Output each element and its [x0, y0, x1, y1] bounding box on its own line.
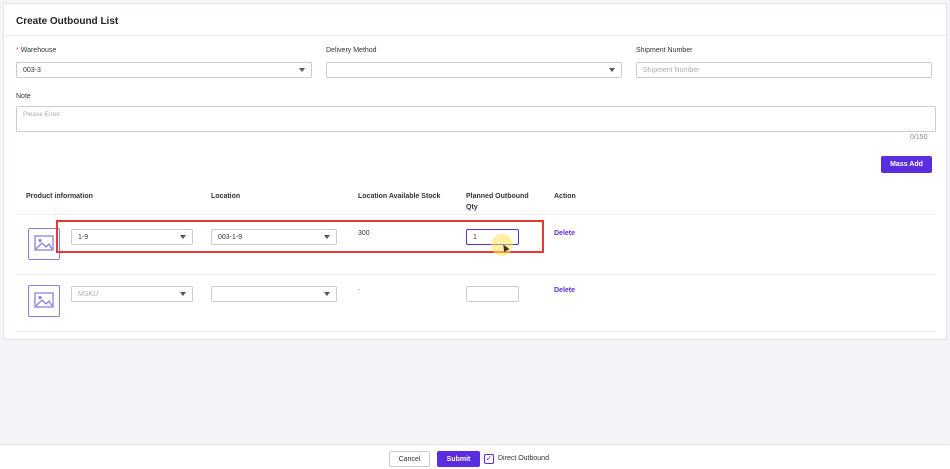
image-icon	[34, 292, 54, 308]
location-available-stock: -	[358, 287, 361, 294]
direct-outbound-label: Direct Outbound	[498, 455, 549, 462]
footer-bar: Cancel Submit ✓ Direct Outbound	[0, 444, 950, 469]
delivery-method-select[interactable]	[326, 62, 622, 78]
chevron-down-icon	[180, 292, 186, 296]
header-qty-line2: Qty	[466, 204, 478, 211]
delete-link[interactable]: Delete	[554, 230, 575, 237]
required-mark: *	[16, 47, 19, 54]
outbound-form-card: Create Outbound List * Warehouse 003-3 De…	[3, 3, 947, 340]
header-qty-line1: Planned Outbound	[466, 193, 529, 200]
msku-select[interactable]: MSKU	[71, 286, 193, 302]
header-action: Action	[554, 193, 576, 200]
warehouse-label: * Warehouse	[16, 47, 56, 54]
note-counter: 0/150	[910, 134, 928, 141]
check-icon: ✓	[485, 454, 493, 463]
table-row-divider	[16, 331, 936, 332]
warehouse-select[interactable]: 003-3	[16, 62, 312, 78]
page-title: Create Outbound List	[4, 4, 946, 36]
note-textarea[interactable]: Please Enter	[16, 106, 936, 132]
header-planned-outbound-qty: Planned Outbound Qty	[466, 191, 529, 213]
product-image-placeholder	[28, 285, 60, 317]
header-location: Location	[211, 193, 241, 200]
warehouse-label-text: Warehouse	[20, 47, 57, 54]
cancel-button[interactable]: Cancel	[389, 451, 430, 467]
header-product-information: Product information	[26, 193, 93, 200]
delete-link[interactable]: Delete	[554, 287, 575, 294]
chevron-down-icon	[299, 68, 305, 72]
location-select[interactable]	[211, 286, 337, 302]
planned-outbound-qty-input[interactable]	[466, 286, 519, 302]
note-label: Note	[16, 93, 31, 100]
warehouse-value: 003-3	[23, 66, 41, 74]
table-divider	[16, 214, 936, 215]
direct-outbound-checkbox[interactable]: ✓	[484, 454, 494, 464]
chevron-down-icon	[609, 68, 615, 72]
submit-button[interactable]: Submit	[437, 451, 480, 467]
shipment-number-label: Shipment Number	[636, 47, 693, 54]
table-row-divider	[16, 274, 936, 275]
shipment-number-placeholder: Shipment Number	[643, 66, 700, 74]
delivery-method-label: Delivery Method	[326, 47, 377, 54]
image-icon	[34, 235, 54, 251]
note-placeholder: Please Enter	[23, 111, 61, 118]
highlight-box	[56, 220, 544, 253]
header-location-available-stock: Location Available Stock	[358, 193, 441, 200]
shipment-number-input[interactable]: Shipment Number	[636, 62, 932, 78]
chevron-down-icon	[324, 292, 330, 296]
mass-add-button[interactable]: Mass Add	[881, 156, 932, 173]
msku-placeholder: MSKU	[78, 290, 99, 298]
